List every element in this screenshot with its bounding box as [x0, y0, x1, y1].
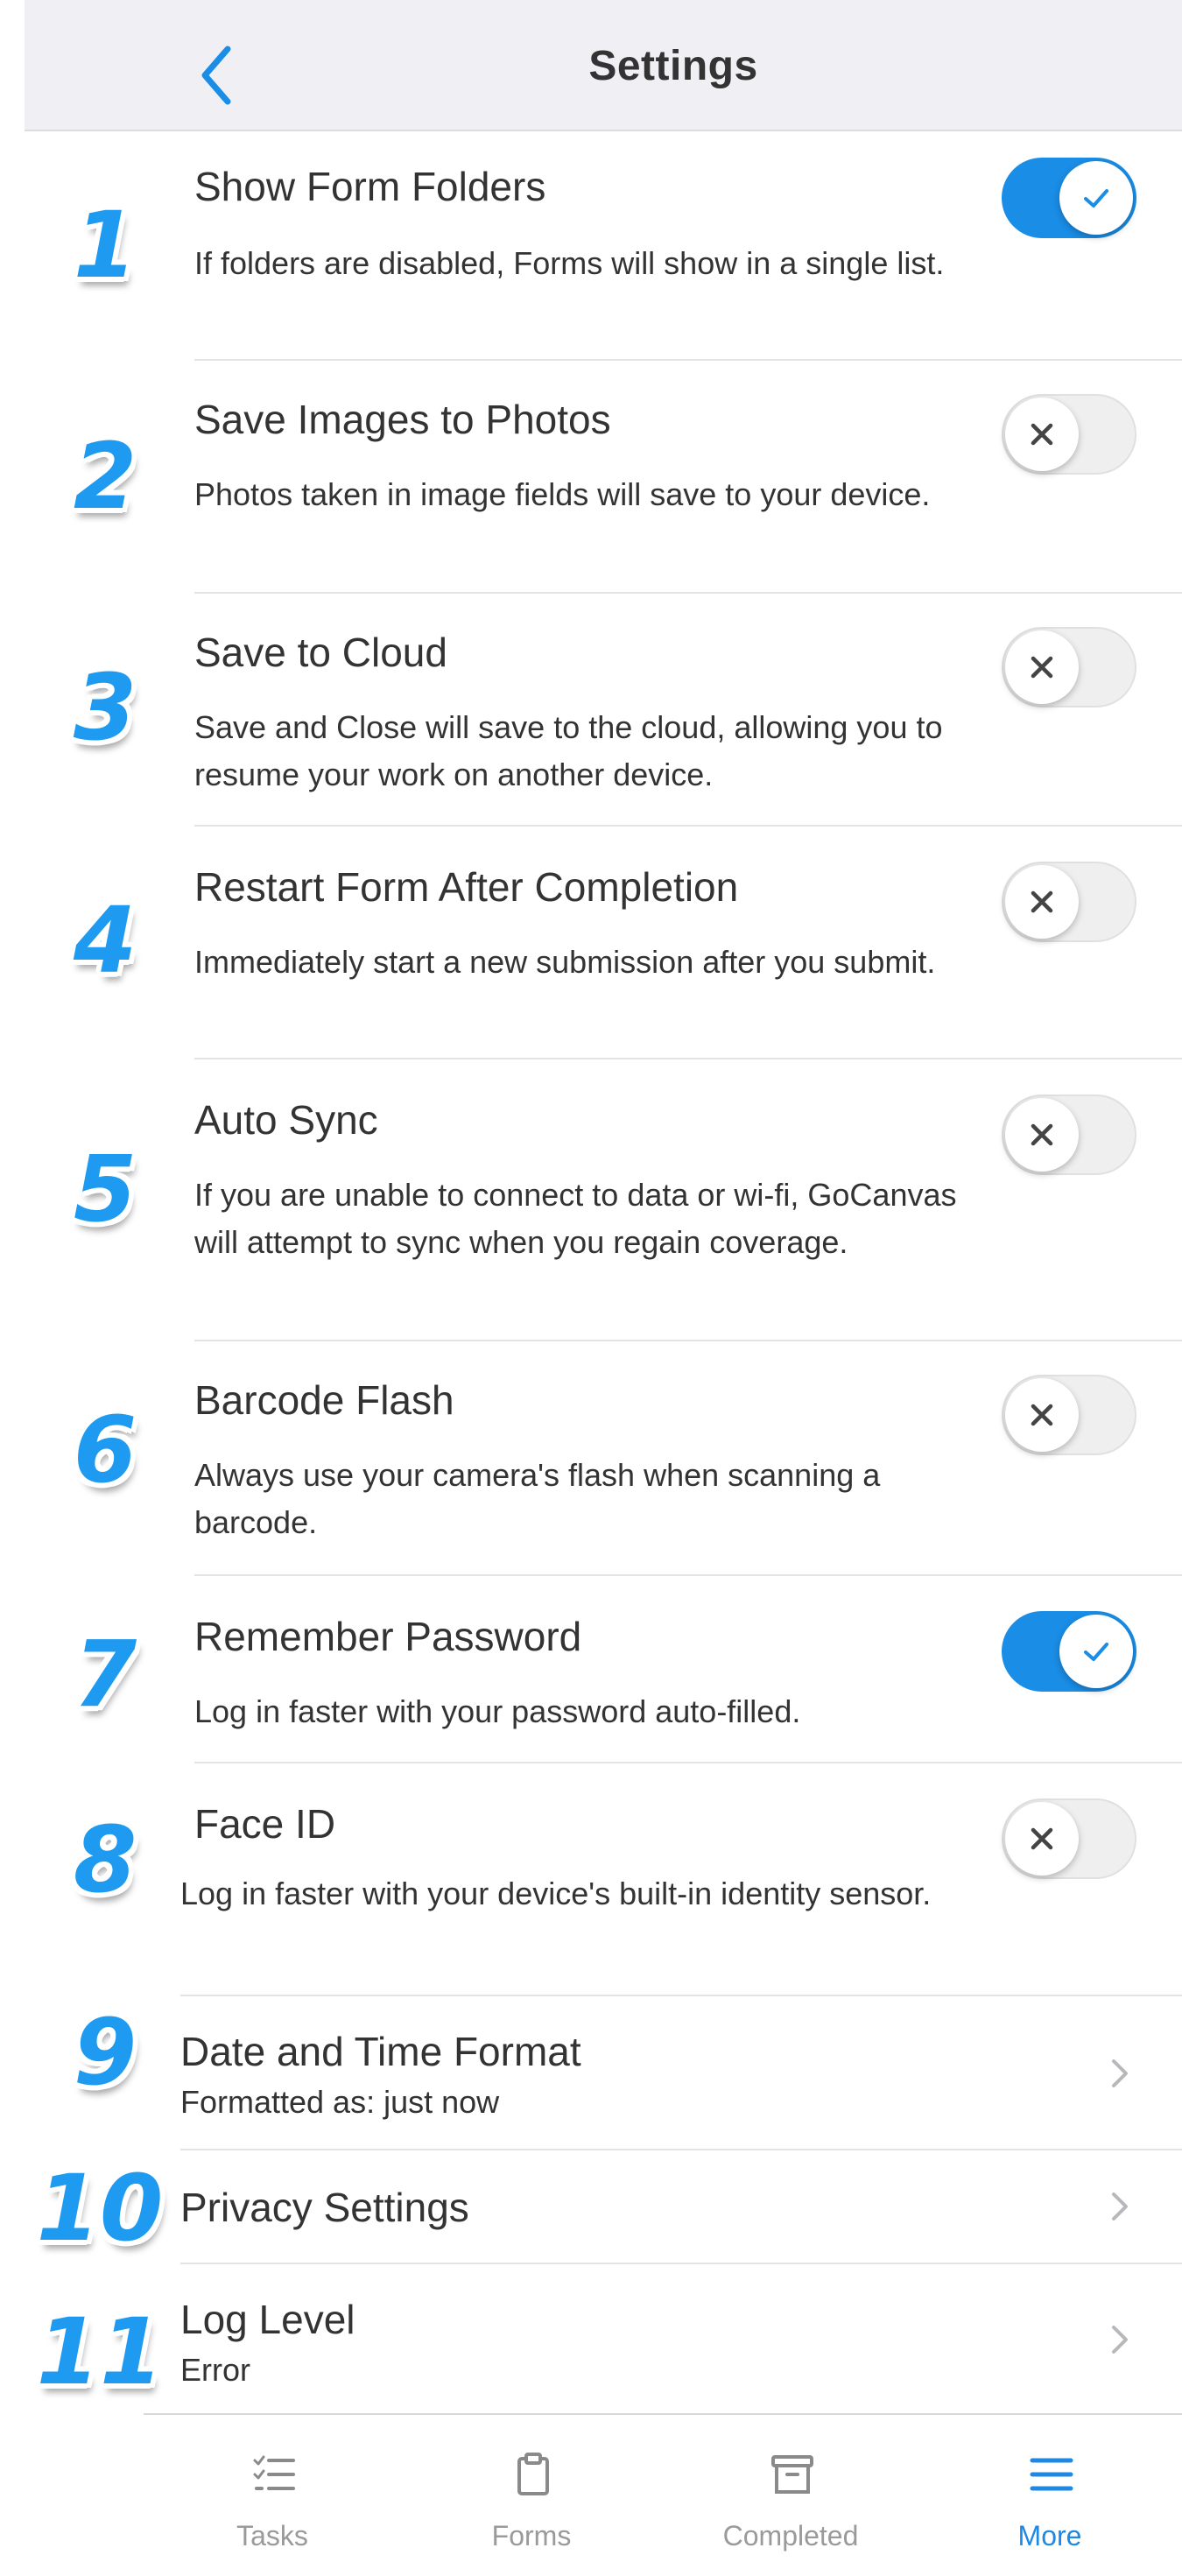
nav-row-subtitle: Error	[180, 2352, 250, 2388]
tab-label: More	[1017, 2520, 1082, 2551]
nav-row-privacy-settings[interactable]: 10 Privacy Settings	[0, 2150, 1182, 2264]
step-number: 5	[73, 1136, 137, 1242]
tab-completed[interactable]: Completed	[703, 2415, 878, 2576]
step-number: 10	[36, 2155, 164, 2262]
setting-row-save-to-cloud: 3 Save to Cloud Save and Close will save…	[0, 594, 1182, 827]
step-number: 9	[73, 1999, 137, 2106]
step-number: 11	[36, 2298, 164, 2405]
checkmark-icon	[1084, 1643, 1108, 1661]
setting-title: Auto Sync	[194, 1097, 378, 1143]
tab-forms[interactable]: Forms	[444, 2415, 619, 2576]
setting-title: Face ID	[194, 1801, 336, 1847]
close-icon	[1031, 1404, 1053, 1426]
close-icon	[1031, 423, 1053, 446]
tab-bar: Tasks Forms Completed More	[144, 2413, 1182, 2576]
setting-title: Save to Cloud	[194, 630, 447, 675]
setting-row-save-images: 2 Save Images to Photos Photos taken in …	[0, 361, 1182, 594]
auto-sync-toggle[interactable]	[1002, 1094, 1136, 1175]
nav-row-date-time-format[interactable]: 9 Date and Time Format Formatted as: jus…	[0, 1996, 1182, 2150]
step-number: 4	[73, 887, 137, 994]
setting-row-auto-sync: 5 Auto Sync If you are unable to connect…	[0, 1059, 1182, 1341]
step-number: 2	[73, 423, 137, 530]
setting-description: Log in faster with your password auto-fi…	[194, 1693, 801, 1729]
step-number: 7	[73, 1621, 137, 1728]
setting-description: Log in faster with your device's built-i…	[180, 1876, 932, 1911]
tab-tasks[interactable]: Tasks	[185, 2415, 360, 2576]
setting-description: If folders are disabled, Forms will show…	[194, 245, 945, 281]
setting-description: If you are unable to connect to data or …	[194, 1177, 957, 1260]
save-images-toggle[interactable]	[1002, 394, 1136, 475]
step-number: 1	[73, 192, 137, 299]
setting-row-face-id: 8 Face ID Log in faster with your device…	[0, 1763, 1182, 1996]
show-form-folders-toggle[interactable]	[1002, 158, 1136, 238]
nav-row-title: Date and Time Format	[180, 2029, 581, 2074]
setting-title: Show Form Folders	[194, 164, 546, 209]
setting-row-remember-password: 7 Remember Password Log in faster with y…	[0, 1576, 1182, 1763]
chevron-right-icon	[1112, 2326, 1128, 2354]
tab-more[interactable]: More	[962, 2415, 1137, 2576]
nav-row-log-level[interactable]: 11 Log Level Error	[0, 2264, 1182, 2411]
tasks-list-icon	[253, 2455, 295, 2490]
setting-row-show-form-folders: 1 Show Form Folders If folders are disab…	[0, 131, 1182, 361]
barcode-flash-toggle[interactable]	[1002, 1375, 1136, 1455]
setting-description: Always use your camera's flash when scan…	[194, 1457, 881, 1540]
close-icon	[1031, 1123, 1053, 1146]
close-icon	[1031, 1827, 1053, 1850]
setting-title: Remember Password	[194, 1614, 582, 1659]
setting-title: Save Images to Photos	[194, 397, 611, 442]
setting-description: Immediately start a new submission after…	[194, 944, 936, 980]
restart-form-toggle[interactable]	[1002, 862, 1136, 942]
archive-box-icon	[771, 2455, 813, 2494]
page-title: Settings	[588, 43, 758, 89]
setting-title: Barcode Flash	[194, 1377, 454, 1423]
setting-description: Photos taken in image fields will save t…	[194, 476, 931, 512]
step-number: 3	[73, 654, 137, 761]
save-to-cloud-toggle[interactable]	[1002, 627, 1136, 707]
nav-header: Settings	[25, 0, 1182, 131]
step-number: 8	[73, 1806, 137, 1913]
step-number: 6	[73, 1397, 137, 1503]
face-id-toggle[interactable]	[1002, 1798, 1136, 1879]
setting-title: Restart Form After Completion	[194, 864, 739, 910]
setting-row-restart-form: 4 Restart Form After Completion Immediat…	[0, 827, 1182, 1059]
tab-label: Forms	[491, 2520, 572, 2551]
remember-password-toggle[interactable]	[1002, 1611, 1136, 1692]
close-icon	[1031, 656, 1053, 679]
setting-description: Save and Close will save to the cloud, a…	[194, 709, 943, 792]
nav-row-title: Log Level	[180, 2297, 355, 2342]
chevron-right-icon	[1112, 2059, 1128, 2087]
nav-row-subtitle: Formatted as: just now	[180, 2084, 500, 2120]
chevron-right-icon	[1112, 2192, 1128, 2221]
checkmark-icon	[1084, 189, 1108, 208]
setting-row-barcode-flash: 6 Barcode Flash Always use your camera's…	[0, 1341, 1182, 1576]
nav-row-title: Privacy Settings	[180, 2185, 469, 2230]
tab-label: Completed	[722, 2520, 859, 2551]
clipboard-icon	[517, 2453, 549, 2495]
tab-label: Tasks	[236, 2520, 308, 2551]
hamburger-menu-icon	[1030, 2458, 1073, 2491]
close-icon	[1031, 890, 1053, 913]
